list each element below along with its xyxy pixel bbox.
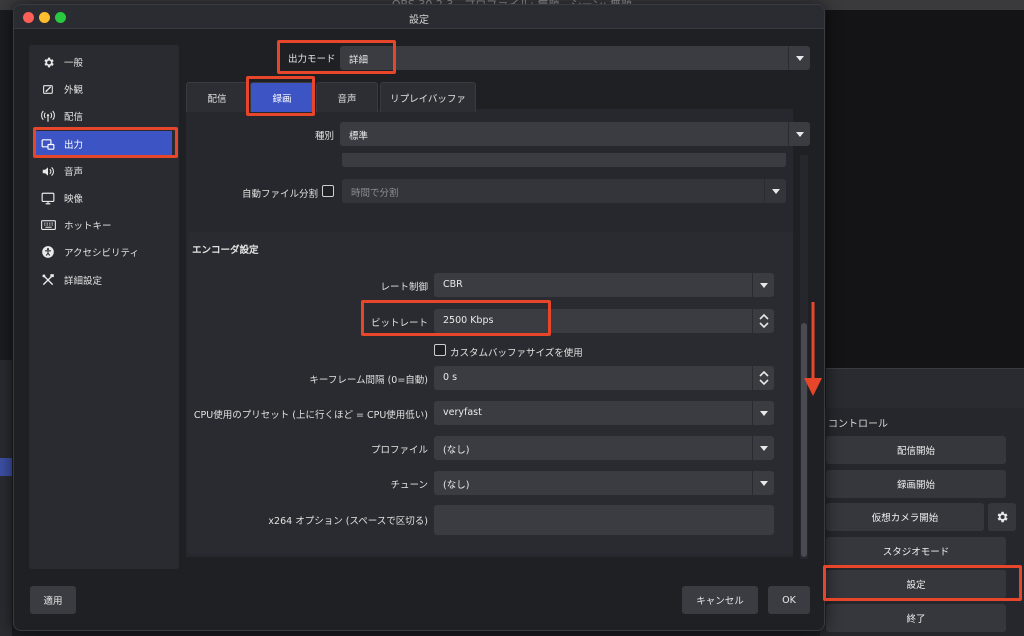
sidebar-item-label: 配信 [64,112,84,123]
tab-audio[interactable]: 音声 [316,82,378,112]
sidebar-item-label: 詳細設定 [64,276,103,287]
encoder-settings-title: エンコーダ設定 [192,245,259,256]
chevron-down-icon [788,122,810,146]
sidebar-item-label: 一般 [64,58,84,69]
start-recording-button[interactable]: 録画開始 [826,470,1006,498]
cpu-preset-label: CPU使用のプリセット (上に行くほど = CPU使用低い) [193,410,428,421]
sidebar-item-audio[interactable]: 音声 [34,158,172,184]
profile-label: プロファイル [370,445,428,456]
cpu-preset-select[interactable]: veryfast [434,401,774,425]
rate-control-label: レート制御 [380,282,428,293]
settings-dialog: 設定 一般 外観 配信 出力 音声 映像 ホットキー アクセシビリティ 詳細設定… [13,4,825,631]
scenes-dock-edge [0,360,12,636]
rate-control-select[interactable]: CBR [434,273,774,297]
partial-field [342,153,786,167]
selected-scene-edge [0,458,12,476]
gear-icon [997,511,1008,523]
tab-recording[interactable]: 録画 [250,82,314,112]
rate-control-value: CBR [443,279,463,290]
sidebar-item-label: 映像 [64,194,84,205]
controls-dock-title: コントロール [828,419,888,430]
sidebar-item-label: 音声 [64,167,84,178]
sidebar-item-general[interactable]: 一般 [34,49,172,75]
broadcast-icon [40,108,56,124]
chevron-down-icon [752,401,774,425]
sidebar-item-label: 出力 [64,140,84,151]
keyboard-icon [40,217,56,233]
sidebar-item-output[interactable]: 出力 [34,131,172,157]
keyframe-interval-spinbox[interactable]: 0 s [434,366,774,390]
stepper-icon[interactable] [752,309,774,333]
studio-mode-button[interactable]: スタジオモード [826,537,1006,565]
tab-replay-buffer[interactable]: リプレイバッファ [380,82,476,112]
profile-value: (なし) [443,445,470,456]
chevron-down-icon [752,471,774,495]
dialog-titlebar: 設定 [14,5,824,29]
sidebar-item-label: ホットキー [64,221,112,232]
sidebar-item-video[interactable]: 映像 [34,185,172,211]
ok-button[interactable]: OK [768,586,810,614]
bitrate-spinbox[interactable]: 2500 Kbps [434,309,774,333]
stepper-icon[interactable] [752,366,774,390]
tab-stream[interactable]: 配信 [186,82,248,112]
chevron-down-icon [752,436,774,460]
settings-sidebar: 一般 外観 配信 出力 音声 映像 ホットキー アクセシビリティ 詳細設定 [29,45,179,569]
auto-split-checkbox[interactable] [322,185,334,197]
virtual-camera-settings-button[interactable] [988,503,1016,531]
cpu-preset-value: veryfast [443,407,482,418]
profile-select[interactable]: (なし) [434,436,774,460]
output-icon [40,136,56,152]
cancel-button[interactable]: キャンセル [682,586,758,614]
dialog-title: 設定 [409,15,429,26]
chevron-down-icon [764,179,786,203]
sidebar-item-appearance[interactable]: 外観 [34,76,172,102]
start-virtual-camera-button[interactable]: 仮想カメラ開始 [826,503,984,531]
custom-buffer-label: カスタムバッファサイズを使用 [450,348,583,359]
dock-strip [826,368,1024,408]
chevron-down-icon [752,273,774,297]
start-streaming-button[interactable]: 配信開始 [826,436,1006,464]
x264-options-input[interactable] [434,505,774,535]
auto-split-mode-select[interactable]: 時間で分割 [342,179,786,203]
gear-icon [40,54,56,70]
sidebar-item-label: 外観 [64,85,84,96]
bitrate-label: ビットレート [370,318,428,329]
auto-split-placeholder: 時間で分割 [351,188,399,199]
output-mode-select[interactable]: 詳細 [340,46,810,70]
preview-area [826,10,1024,370]
keyframe-interval-label: キーフレーム間隔 (0=自動) [309,375,428,386]
appearance-icon [40,81,56,97]
exit-button[interactable]: 終了 [826,604,1006,632]
sidebar-item-accessibility[interactable]: アクセシビリティ [34,239,172,265]
output-mode-value: 詳細 [349,55,369,66]
settings-button[interactable]: 設定 [826,570,1006,598]
accessibility-icon [40,244,56,260]
output-mode-label: 出力モード [288,54,336,65]
x264-options-label: x264 オプション (スペースで区切る) [268,516,428,527]
controls-dock: コントロール 配信開始 録画開始 仮想カメラ開始 スタジオモード 設定 終了 [820,408,1024,636]
sidebar-item-hotkeys[interactable]: ホットキー [34,212,172,238]
apply-button[interactable]: 適用 [30,586,76,614]
sidebar-item-stream[interactable]: 配信 [34,103,172,129]
monitor-icon [40,190,56,206]
scroll-down-arrow-icon [804,302,822,396]
type-value: 標準 [349,131,369,142]
custom-buffer-checkbox[interactable] [434,344,446,356]
tune-select[interactable]: (なし) [434,471,774,495]
type-select[interactable]: 標準 [340,122,810,146]
sidebar-item-advanced[interactable]: 詳細設定 [34,267,172,293]
type-label: 種別 [314,131,334,142]
speaker-icon [40,163,56,179]
keyframe-interval-value: 0 s [443,372,458,383]
chevron-down-icon [788,46,810,70]
tune-value: (なし) [443,480,470,491]
auto-split-label: 自動ファイル分割 [241,189,318,200]
tune-label: チューン [390,480,428,491]
tools-icon [40,272,56,288]
bitrate-value: 2500 Kbps [443,315,494,326]
sidebar-item-label: アクセシビリティ [64,248,139,259]
